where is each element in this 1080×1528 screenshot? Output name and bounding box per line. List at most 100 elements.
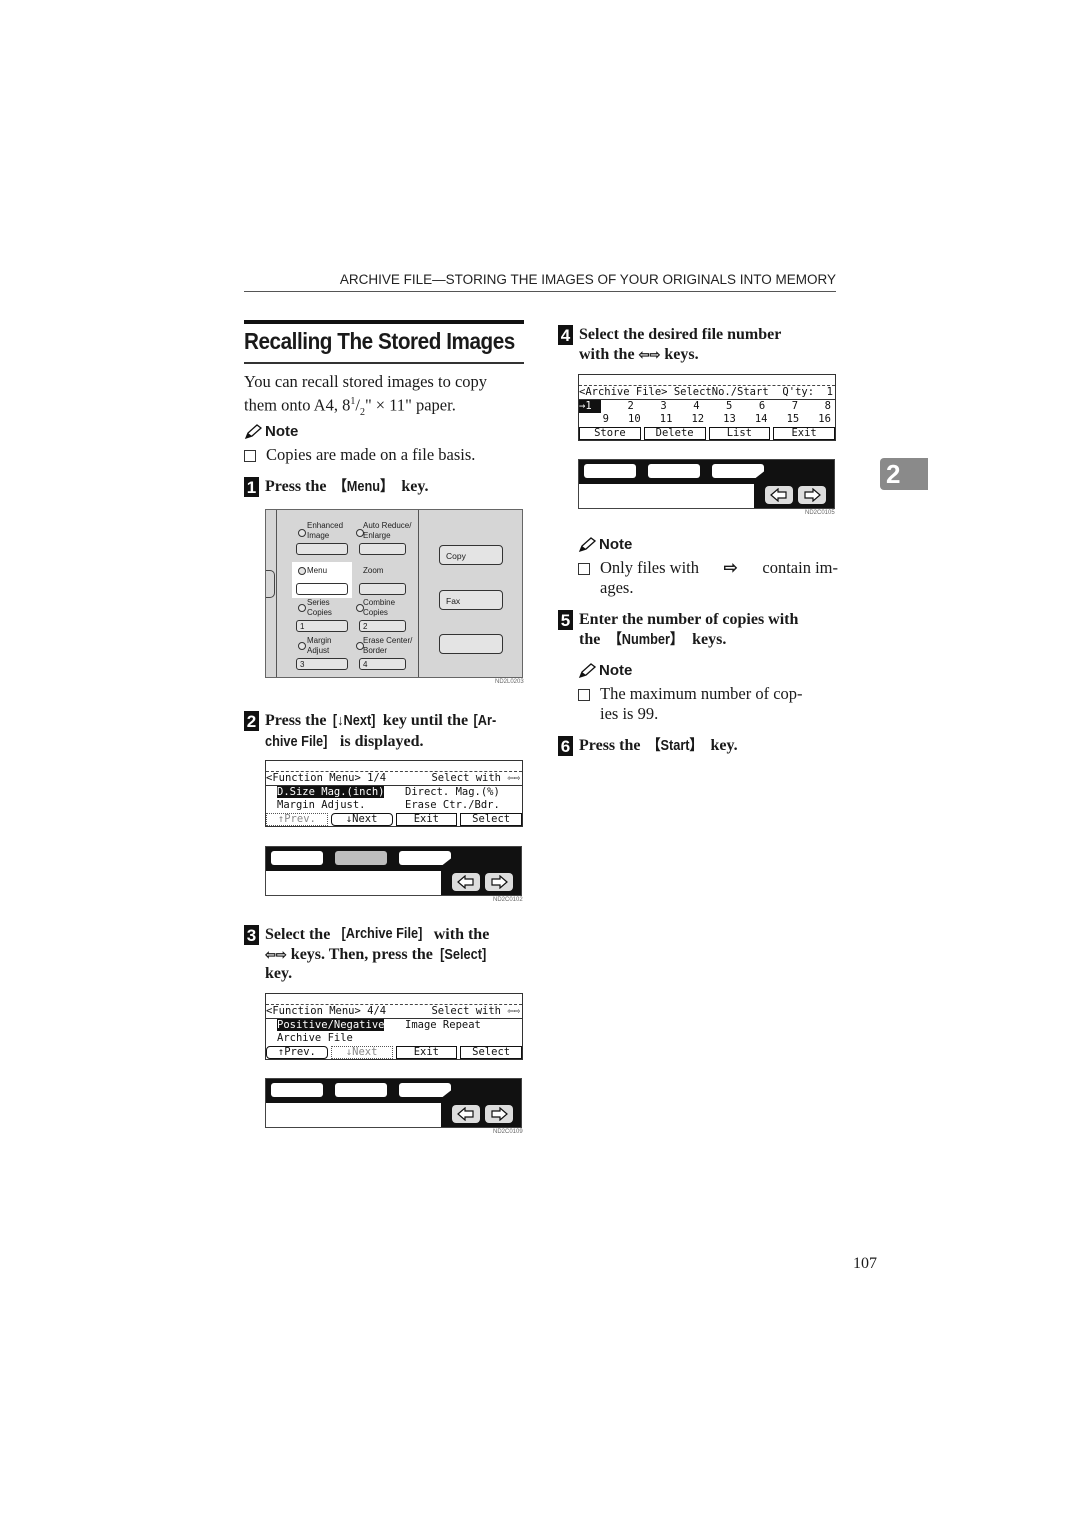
right-arrow-key[interactable] xyxy=(798,486,826,504)
file-number[interactable]: 12 xyxy=(682,413,704,426)
number-key-4[interactable]: 4 xyxy=(359,658,406,670)
selection-key-2[interactable] xyxy=(648,464,700,478)
indicator-led xyxy=(298,567,306,575)
left-right-arrows-icon: ⇦⇨ xyxy=(507,1005,520,1017)
combine-copies-label: Combine Copies xyxy=(363,598,395,618)
selection-key-3[interactable] xyxy=(399,851,451,865)
selection-key-1[interactable] xyxy=(271,1083,323,1097)
zoom-button[interactable] xyxy=(359,583,406,595)
selection-key-3[interactable] xyxy=(712,464,764,478)
file-number[interactable]: 8 xyxy=(809,400,831,413)
file-number-row: 9 10 11 12 13 14 15 16 xyxy=(579,413,835,426)
chapter-tab[interactable]: 2 xyxy=(880,458,928,490)
lcd-header-hint: Select with ⇦⇨ xyxy=(431,772,520,785)
left-arrow-icon xyxy=(770,488,787,502)
left-arrow-key[interactable] xyxy=(765,486,793,504)
fax-button[interactable]: Fax xyxy=(439,590,503,610)
exit-softkey[interactable]: Exit xyxy=(395,813,458,826)
label-line: Enhanced xyxy=(307,521,344,530)
lcd-item-selected[interactable]: Positive/Negative xyxy=(277,1019,385,1031)
archive-file-key-label: chive File] xyxy=(265,733,328,750)
enhanced-image-button[interactable] xyxy=(296,543,348,555)
margin-adjust-label: Margin Adjust xyxy=(307,636,331,656)
prev-softkey[interactable]: ↑Prev. xyxy=(266,1046,328,1059)
lcd-hint-text: Select with xyxy=(431,1005,502,1017)
select-softkey[interactable]: Select xyxy=(460,1046,522,1059)
left-arrow-key[interactable] xyxy=(452,1105,480,1123)
file-number[interactable]: 11 xyxy=(650,413,673,426)
note-item: Only files with ⇨ contain im- ages. xyxy=(578,558,838,597)
blank-mode-button[interactable] xyxy=(439,634,503,654)
checkbox-bullet-icon xyxy=(578,689,590,701)
step-text-pre: Press the xyxy=(265,712,331,729)
step-text: Select the [Archive File] with the ⇦⇨ ke… xyxy=(265,925,489,965)
right-arrow-key[interactable] xyxy=(485,1105,513,1123)
note-line: The maximum number of cop- xyxy=(600,684,803,703)
selection-keys-panel xyxy=(265,1078,522,1128)
next-softkey[interactable]: ↓Next xyxy=(330,813,393,826)
note-text: Copies are made on a file basis. xyxy=(266,445,476,464)
file-number[interactable]: 2 xyxy=(612,400,634,413)
label-line: Adjust xyxy=(307,646,330,655)
number-key-3[interactable]: 3 xyxy=(296,658,348,670)
file-number[interactable]: 10 xyxy=(619,413,641,426)
left-arrow-key[interactable] xyxy=(452,873,480,891)
left-right-keys-icon: ⇦⇨ xyxy=(265,946,287,962)
file-number[interactable]: 13 xyxy=(714,413,736,426)
left-right-keys-icon: ⇦⇨ xyxy=(638,346,661,362)
selection-keys-panel xyxy=(265,846,522,896)
lcd-item[interactable]: Image Repeat xyxy=(405,1019,481,1032)
step-text-pre: Select the xyxy=(265,926,331,943)
file-number[interactable]: 7 xyxy=(776,400,798,413)
selection-key-2[interactable] xyxy=(335,1083,387,1097)
selection-key-1[interactable] xyxy=(584,464,636,478)
lcd-item[interactable]: Margin Adjust. xyxy=(277,799,405,812)
lcd-item[interactable]: Positive/Negative xyxy=(277,1019,405,1032)
lcd-softkeys: ↑Prev. ↓Next Exit Select xyxy=(266,1046,522,1059)
note-text: The maximum number of cop- ies is 99. xyxy=(600,684,803,723)
select-softkey[interactable]: Select xyxy=(460,813,522,826)
file-number[interactable]: 9 xyxy=(587,413,609,426)
lcd-item[interactable]: Erase Ctr./Bdr. xyxy=(405,799,500,812)
file-number[interactable]: 14 xyxy=(746,413,768,426)
prev-softkey[interactable]: ↑Prev. xyxy=(266,813,328,826)
number-key-2[interactable]: 2 xyxy=(359,620,406,632)
lcd-item[interactable]: D.Size Mag.(inch) xyxy=(277,786,405,799)
file-number[interactable]: 5 xyxy=(710,400,732,413)
selection-key-3[interactable] xyxy=(399,1083,451,1097)
file-number[interactable]: 3 xyxy=(645,400,666,413)
step-text: with the xyxy=(579,345,639,363)
lcd-item[interactable]: Archive File xyxy=(277,1032,405,1045)
file-number[interactable]: 4 xyxy=(678,400,699,413)
exit-softkey[interactable]: Exit xyxy=(773,427,835,440)
file-number[interactable]: 16 xyxy=(809,413,831,426)
number-key-1[interactable]: 1 xyxy=(296,620,348,632)
quantity-readout: Q'ty: 1 xyxy=(782,386,833,398)
archive-file-key-label: [Ar- xyxy=(473,713,497,729)
figure-id: ND2C0105 xyxy=(805,510,835,516)
note-item: The maximum number of cop- ies is 99. xyxy=(578,684,838,723)
file-number-selected[interactable]: →1 xyxy=(579,400,601,413)
delete-softkey[interactable]: Delete xyxy=(643,427,706,440)
list-softkey[interactable]: List xyxy=(708,427,771,440)
operation-panel-figure: Enhanced Image Auto Reduce/Enlarge Menu Z… xyxy=(265,509,523,678)
right-arrow-key[interactable] xyxy=(485,873,513,891)
lcd-item-selected[interactable]: D.Size Mag.(inch) xyxy=(277,786,385,798)
lcd-header: <Function Menu> 4/4 Select with ⇦⇨ xyxy=(266,1005,522,1019)
selection-key-2[interactable] xyxy=(335,851,387,865)
selection-key-1[interactable] xyxy=(271,851,323,865)
note-text-pre: Only files with xyxy=(600,558,699,577)
store-softkey[interactable]: Store xyxy=(579,427,641,440)
exit-softkey[interactable]: Exit xyxy=(395,1046,458,1059)
auto-reduce-enlarge-button[interactable] xyxy=(359,543,406,555)
copy-button[interactable]: Copy xyxy=(439,545,503,565)
next-softkey[interactable]: ↓Next xyxy=(330,1046,393,1059)
start-key-label: 【Start】 xyxy=(648,738,703,754)
lcd-item[interactable]: Direct. Mag.(%) xyxy=(405,786,500,799)
file-number[interactable]: 15 xyxy=(777,413,800,426)
file-number[interactable]: 6 xyxy=(743,400,765,413)
file-number-row: →1 2 3 4 5 6 7 8 xyxy=(579,400,835,413)
step-text-mid: with the xyxy=(433,926,490,943)
lcd-screen-function-menu-4: <Function Menu> 4/4 Select with ⇦⇨ Posit… xyxy=(265,993,523,1060)
menu-button[interactable] xyxy=(296,583,348,595)
